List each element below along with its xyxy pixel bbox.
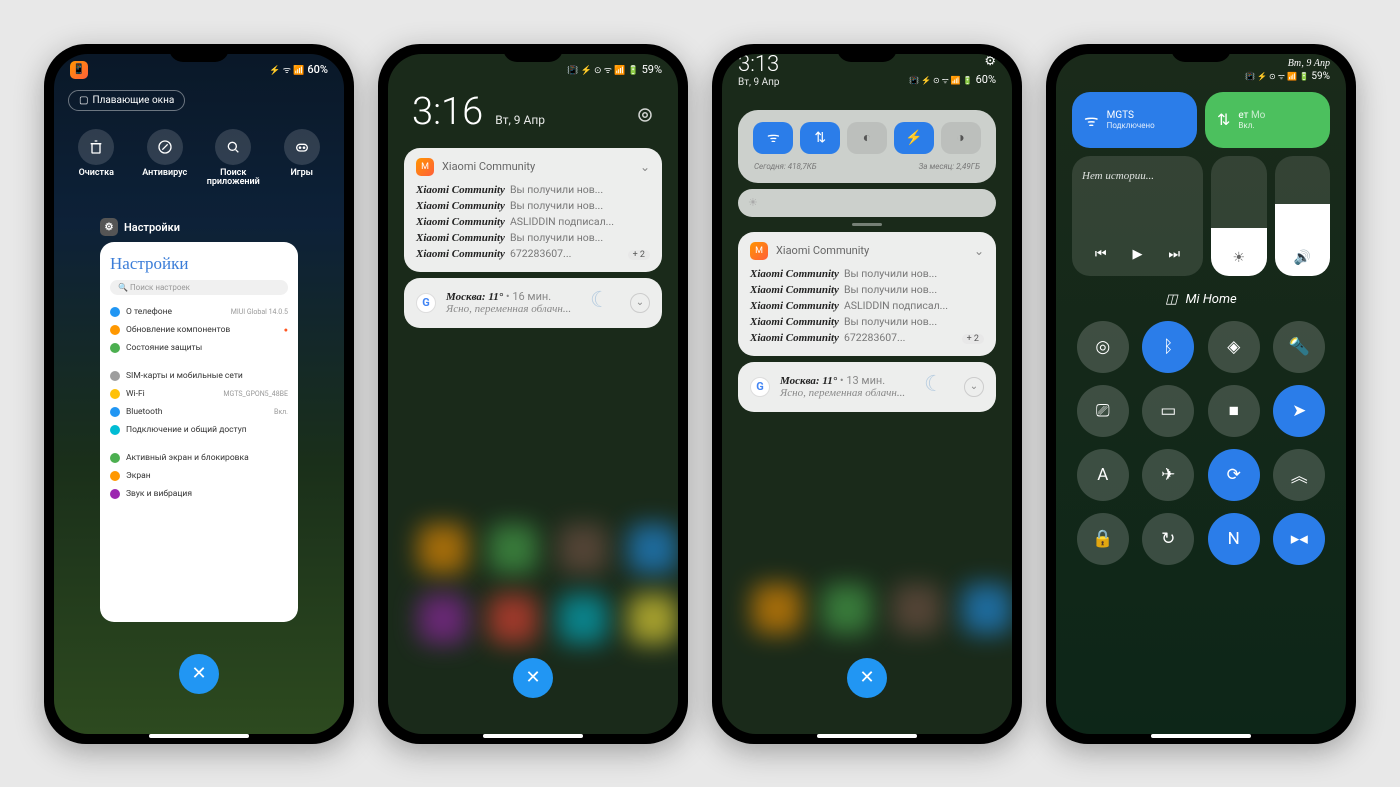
item-icon — [110, 425, 120, 435]
settings-item[interactable]: Bluetooth Вкл. — [110, 403, 288, 421]
tile-data[interactable]: ⇅ ет Мо Вкл. — [1205, 92, 1330, 148]
close-button[interactable]: ✕ — [847, 658, 887, 698]
toggle-bt[interactable]: ᛒ — [1142, 321, 1194, 373]
play-icon[interactable]: ▶ — [1132, 247, 1142, 262]
phone-notifications-2: 3:13 Вт, 9 Апр ⚙ 📳 ⚡ ⊙ ᯤ 📶 🔋 60% ᯤ ⇅ ◐ ⚡… — [712, 44, 1022, 744]
floating-windows-button[interactable]: ▢ Плавающие окна — [68, 90, 185, 111]
settings-item[interactable]: О телефоне MIUI Global 14.0.5 — [110, 303, 288, 321]
date: Вт, 9 Апр — [738, 77, 780, 88]
brightness-slider[interactable]: ☀ — [1211, 156, 1267, 276]
home-indicator[interactable] — [149, 734, 249, 738]
settings-item[interactable]: Состояние защиты — [110, 339, 288, 357]
item-icon — [110, 307, 120, 317]
close-all-button[interactable]: ✕ — [179, 654, 219, 694]
battery-percent: 60% — [307, 63, 328, 76]
tools-row: Очистка Антивирус Поиск приложений Игры — [54, 119, 344, 189]
tool-antivirus[interactable]: Антивирус — [133, 129, 197, 189]
toggle-font[interactable]: A — [1077, 449, 1129, 501]
settings-item[interactable]: Обновление компонентов ● — [110, 321, 288, 339]
tile-wifi[interactable]: ᯤ MGTS Подключено — [1072, 92, 1197, 148]
app-icon: 📱 — [70, 61, 88, 79]
volume-icon: 🔊 — [1294, 250, 1311, 266]
tool-search-apps[interactable]: Поиск приложений — [201, 129, 265, 189]
recent-card-header: ⚙ Настройки — [100, 218, 298, 236]
volume-slider[interactable]: 🔊 — [1275, 156, 1331, 276]
item-icon — [110, 389, 120, 399]
toggle-airplane[interactable]: ✈ — [1142, 449, 1194, 501]
item-icon — [110, 407, 120, 417]
close-button[interactable]: ✕ — [513, 658, 553, 698]
brightness-icon: ☀ — [1232, 250, 1245, 266]
home-indicator[interactable] — [483, 734, 583, 738]
settings-item[interactable]: Звук и вибрация — [110, 485, 288, 503]
prev-icon[interactable]: ⏮ — [1095, 247, 1107, 262]
toggle-up[interactable]: ︽ — [1273, 449, 1325, 501]
toggle-dual[interactable]: ▸◂ — [1273, 513, 1325, 565]
tool-cleanup[interactable]: Очистка — [64, 129, 128, 189]
date: Вт, 9 Апр — [495, 113, 545, 127]
toggle-location[interactable]: ➤ — [1273, 385, 1325, 437]
notch — [503, 44, 563, 62]
home-indicator[interactable] — [817, 734, 917, 738]
gear-icon: ⚙ — [100, 218, 118, 236]
toggle-video[interactable]: ■ — [1208, 385, 1260, 437]
settings-item[interactable]: Подключение и общий доступ — [110, 421, 288, 439]
toggle-flash[interactable]: 🔦 — [1273, 321, 1325, 373]
wifi-icon: ᯤ — [1084, 109, 1099, 131]
notch — [837, 44, 897, 62]
toggle-refresh[interactable]: ↻ — [1142, 513, 1194, 565]
toggle-sync[interactable]: ◈ — [1208, 321, 1260, 373]
tool-games[interactable]: Игры — [270, 129, 334, 189]
data-icon: ⇅ — [1217, 110, 1230, 129]
settings-item[interactable]: Экран — [110, 467, 288, 485]
toggle-target[interactable]: ◎ — [1077, 321, 1129, 373]
item-icon — [110, 453, 120, 463]
media-panel[interactable]: Нет истории... ⏮ ▶ ⏭ — [1072, 156, 1203, 276]
phone-notifications-1: 📳 ⚡ ⊙ ᯤ 📶 🔋 59% 3:16 Вт, 9 Апр M Xiaomi … — [378, 44, 688, 744]
phone-recents: 📱 ⚡ ᯤ 📶 60% ▢ Плавающие окна Очистка Ант… — [44, 44, 354, 744]
item-icon — [110, 325, 120, 335]
mi-icon: ◫ — [1165, 292, 1177, 307]
toggle-grid: ◎ᛒ ◈🔦 ⎚▭ ■➤ A✈ ⟳︽ 🔒↻ N▸◂ — [1056, 313, 1346, 573]
item-icon — [110, 343, 120, 353]
settings-search[interactable]: 🔍 Поиск настроек — [110, 280, 288, 295]
settings-card[interactable]: Настройки 🔍 Поиск настроек О телефоне MI… — [100, 242, 298, 622]
floating-icon: ▢ — [79, 95, 88, 106]
toggle-battery[interactable]: ▭ — [1142, 385, 1194, 437]
notch — [169, 44, 229, 62]
item-icon — [110, 371, 120, 381]
item-icon — [110, 489, 120, 499]
toggle-lock[interactable]: 🔒 — [1077, 513, 1129, 565]
settings-icon[interactable] — [636, 106, 654, 124]
home-indicator[interactable] — [1151, 734, 1251, 738]
settings-item[interactable]: Активный экран и блокировка — [110, 449, 288, 467]
item-icon — [110, 471, 120, 481]
phone-control-center: Вт, 9 Апр 📳 ⚡ ⊙ ᯤ 📶 🔋 59% ᯤ MGTS Подключ… — [1046, 44, 1356, 744]
next-icon[interactable]: ⏭ — [1168, 247, 1180, 262]
toggle-nfc[interactable]: N — [1208, 513, 1260, 565]
settings-item[interactable]: SIM-карты и мобильные сети — [110, 367, 288, 385]
toggle-rotate[interactable]: ⟳ — [1208, 449, 1260, 501]
settings-item[interactable]: Wi-Fi MGTS_GPON5_48BE — [110, 385, 288, 403]
toggle-cast[interactable]: ⎚ — [1077, 385, 1129, 437]
mihome-label[interactable]: ◫ Mi Home — [1056, 286, 1346, 313]
notch — [1171, 44, 1231, 62]
settings-title: Настройки — [110, 254, 288, 274]
